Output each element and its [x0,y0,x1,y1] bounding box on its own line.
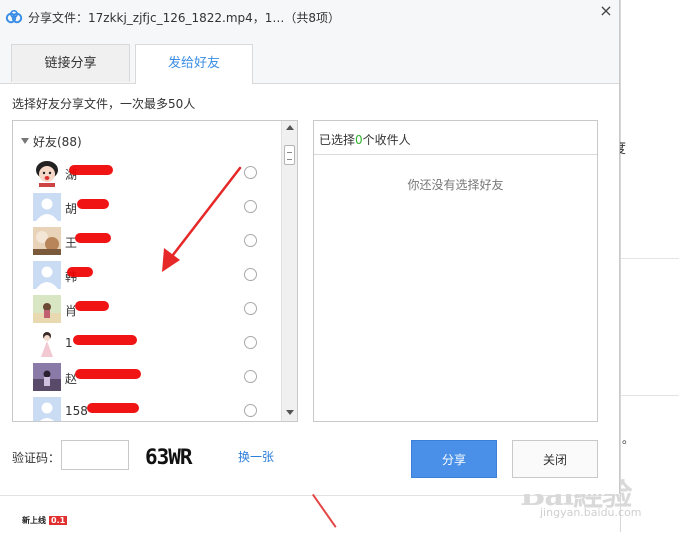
avatar [33,329,61,357]
background-logo: 新上线 0.1 [22,515,68,526]
caret-down-icon [21,138,29,144]
photo-avatar-icon [33,295,61,323]
tab-bar: 链接分享 发给好友 [0,34,619,84]
friend-row[interactable]: 158 [13,395,281,421]
redaction-mark [75,301,109,311]
friend-row[interactable]: 肖 [13,293,281,327]
redaction-mark [67,267,93,277]
friend-select-radio[interactable] [244,200,257,213]
avatar [33,227,61,255]
avatar [33,261,61,289]
friend-select-radio[interactable] [244,404,257,417]
selected-suffix: 个收件人 [362,133,411,147]
avatar [33,363,61,391]
friend-name: 1 [65,336,73,350]
empty-state-text: 你还没有选择好友 [407,178,504,192]
friend-select-radio[interactable] [244,302,257,315]
selected-recipients-header: 已选择0个收件人 [314,121,597,155]
close-icon[interactable]: × [597,2,615,20]
background-divider [621,395,679,396]
friend-select-radio[interactable] [244,166,257,179]
refresh-captcha-link[interactable]: 换一张 [238,448,274,465]
redaction-mark [77,199,109,209]
friend-select-radio[interactable] [244,234,257,247]
avatar [33,193,61,221]
avatar [33,159,61,187]
captcha-image: 63WR [145,445,194,468]
friend-row[interactable]: 赵 [13,361,281,395]
friend-group-label: 好友(88) [33,135,82,149]
friend-select-radio[interactable] [244,336,257,349]
friend-name: 胡 [65,202,78,216]
selected-count: 0 [355,133,363,147]
default-avatar-icon [33,261,61,289]
friend-row[interactable]: 1 [13,327,281,361]
share-dialog: 分享文件：17zkkj_zjfjc_126_1822.mp4，1…（共8项） ×… [0,0,620,494]
background-text: 。 [622,432,635,446]
friend-group-header[interactable]: 好友(88) [21,133,82,150]
illustrated-avatar-icon [33,329,61,357]
selected-prefix: 已选择 [319,133,356,147]
emoji-face-icon [33,159,61,187]
selected-count-label: 已选择0个收件人 [319,131,411,148]
scroll-up-icon[interactable] [286,125,294,130]
watermark-url: jingyan.baidu.com [540,506,642,519]
redaction-mark [75,369,141,379]
scroll-thumb[interactable] [284,145,295,165]
default-avatar-icon [33,193,61,221]
dialog-title: 分享文件：17zkkj_zjfjc_126_1822.mp4，1…（共8项） [28,11,341,25]
background-logo-tag: 0.1 [49,516,68,525]
captcha-text: 63WR [145,445,193,468]
friend-select-radio[interactable] [244,268,257,281]
default-avatar-icon [33,397,61,421]
photo-avatar-icon [33,363,61,391]
friend-select-radio[interactable] [244,370,257,383]
redaction-mark [75,233,111,243]
friend-row[interactable]: 湖 [13,157,281,191]
captcha-input[interactable] [61,440,129,470]
friend-list: 好友(88) 湖 胡 王 韩 肖 1 赵 158 [12,120,298,422]
background-page [620,0,679,532]
share-button[interactable]: 分享 [411,440,497,478]
redaction-mark [87,403,139,413]
friend-name: 158 [65,404,88,418]
friend-row[interactable]: 王 [13,225,281,259]
selected-recipients-panel: 已选择0个收件人 你还没有选择好友 [313,120,598,422]
photo-avatar-icon [33,227,61,255]
friend-list-scrollbar[interactable] [281,121,297,421]
friend-row[interactable]: 胡 [13,191,281,225]
avatar [33,295,61,323]
redaction-mark [73,335,137,345]
captcha-label: 验证码： [12,451,61,465]
baidu-cloud-icon [5,9,23,24]
background-logo-text: 新上线 [22,516,46,525]
close-button[interactable]: 关闭 [512,440,598,478]
tab-link-share[interactable]: 链接分享 [11,44,130,82]
scroll-down-icon[interactable] [286,410,294,415]
avatar [33,397,61,421]
background-divider [621,258,679,259]
tab-send-to-friend[interactable]: 发给好友 [135,44,253,84]
instruction-text: 选择好友分享文件，一次最多50人 [12,97,196,111]
friend-row[interactable]: 韩 [13,259,281,293]
redaction-mark [69,165,113,175]
title-bar: 分享文件：17zkkj_zjfjc_126_1822.mp4，1…（共8项） × [0,0,619,34]
